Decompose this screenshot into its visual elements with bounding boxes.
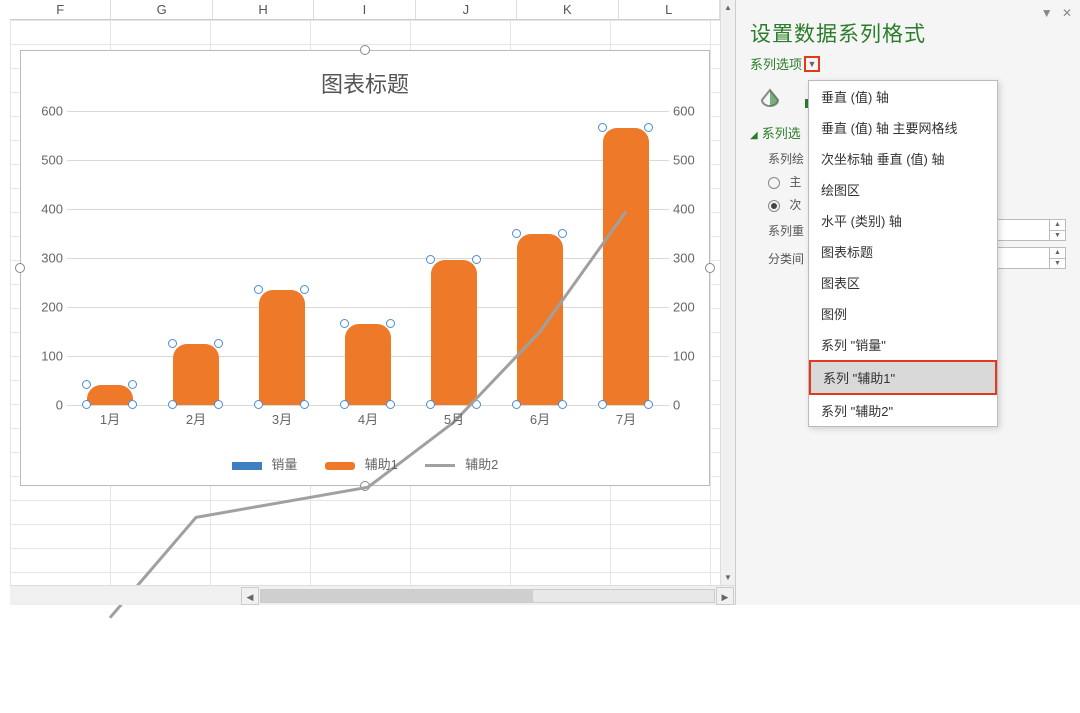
overlap-spin-up[interactable]: ▲ [1049,220,1065,231]
secondary-axis-label: 次 [789,198,801,212]
dropdown-item-10[interactable]: 系列 "辅助2" [809,395,997,426]
category-axis[interactable]: 1月2月3月4月5月6月7月 [67,409,669,429]
series-options-label: 系列选项 [750,54,802,73]
primary-y-axis[interactable]: 0100200300400500600 [27,111,63,405]
dropdown-item-8[interactable]: 系列 "销量" [809,329,997,360]
legend-swatch-orange [325,462,355,470]
radio-secondary-axis[interactable] [768,200,780,212]
dropdown-item-5[interactable]: 图表标题 [809,236,997,267]
chart-resize-handle-top[interactable] [360,45,370,55]
legend-swatch-gray [425,464,455,467]
chart-legend[interactable]: 销量 辅助1 辅助2 [21,454,709,473]
legend-label-2: 辅助2 [465,457,498,472]
vscroll-up-button[interactable]: ▲ [721,0,735,15]
chart-title[interactable]: 图表标题 [21,51,709,99]
hscroll-left-button[interactable]: ◀ [241,587,259,605]
pane-title: 设置数据系列格式 [750,18,1066,48]
fill-outline-tab-icon[interactable] [756,87,784,111]
dropdown-item-0[interactable]: 垂直 (值) 轴 [809,81,997,112]
hscroll-thumb[interactable] [261,590,533,602]
col-I[interactable]: I [314,0,415,19]
gap-spin-down[interactable]: ▼ [1049,259,1065,269]
legend-label-1: 辅助1 [365,457,398,472]
overlap-spin-down[interactable]: ▼ [1049,231,1065,241]
secondary-y-axis[interactable]: 0100200300400500600 [673,111,709,405]
chart-resize-handle-left[interactable] [15,263,25,273]
hscroll-right-button[interactable]: ▶ [716,587,734,605]
series-options-dropdown-trigger[interactable]: 系列选项 ▼ [750,54,820,73]
vscroll-down-button[interactable]: ▼ [721,570,735,585]
dropdown-item-1[interactable]: 垂直 (值) 轴 主要网格线 [809,112,997,143]
gap-spin-up[interactable]: ▲ [1049,248,1065,259]
col-G[interactable]: G [111,0,212,19]
dropdown-item-3[interactable]: 绘图区 [809,174,997,205]
column-headers: F G H I J K L [10,0,720,20]
legend-item-sales[interactable]: 销量 [232,454,298,473]
legend-swatch-blue [232,462,262,470]
col-J[interactable]: J [416,0,517,19]
chart-object[interactable]: 图表标题 0100200300400500600 010020030040050… [20,50,710,486]
pane-minimize-icon[interactable]: ▼ [1041,6,1053,20]
series-dropdown[interactable]: 垂直 (值) 轴垂直 (值) 轴 主要网格线次坐标轴 垂直 (值) 轴绘图区水平… [808,80,998,427]
dropdown-item-4[interactable]: 水平 (类别) 轴 [809,205,997,236]
horizontal-scrollbar[interactable]: ◀ ▶ [10,585,735,605]
dropdown-item-7[interactable]: 图例 [809,298,997,329]
col-K[interactable]: K [517,0,618,19]
col-H[interactable]: H [213,0,314,19]
pane-close-icon[interactable]: ✕ [1062,6,1072,20]
dropdown-item-9[interactable]: 系列 "辅助1" [809,360,997,395]
chevron-down-icon[interactable]: ▼ [804,56,820,72]
col-F[interactable]: F [10,0,111,19]
primary-axis-label: 主 [789,175,801,189]
col-L[interactable]: L [619,0,720,19]
dropdown-item-6[interactable]: 图表区 [809,267,997,298]
hscroll-track[interactable] [260,589,715,603]
legend-item-aux2[interactable]: 辅助2 [425,454,498,473]
dropdown-item-2[interactable]: 次坐标轴 垂直 (值) 轴 [809,143,997,174]
vertical-scrollbar[interactable]: ▲ ▼ [720,0,735,585]
legend-item-aux1[interactable]: 辅助1 [325,454,398,473]
radio-primary-axis[interactable] [768,177,780,189]
plot-area[interactable]: 0100200300400500600 0100200300400500600 … [67,111,669,405]
legend-label-0: 销量 [271,457,297,472]
